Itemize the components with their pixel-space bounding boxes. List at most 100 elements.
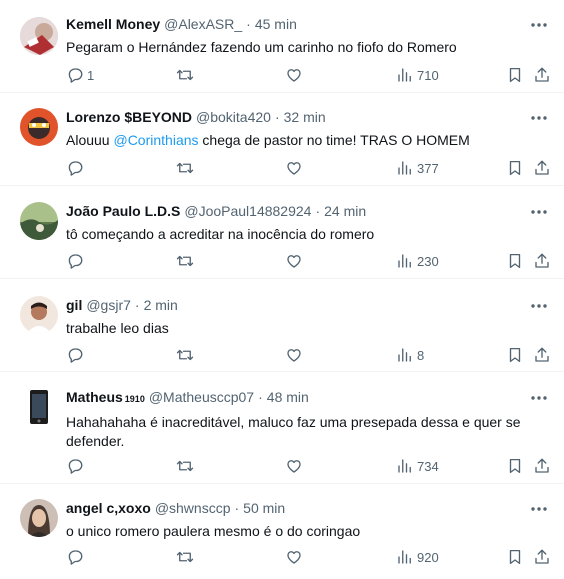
timestamp[interactable]: 50 min [243,499,285,517]
user-handle[interactable]: @gsjr7 [86,296,131,314]
timestamp[interactable]: 45 min [255,15,297,33]
retweet-button[interactable] [176,158,194,178]
user-handle[interactable]: @Matheusccp07 [149,388,254,406]
views-button[interactable]: 8 [396,345,424,365]
tweet[interactable]: gil @gsjr7 · 2 min trabalhe leo dias 8 [0,279,564,372]
reply-button[interactable] [66,345,87,365]
views-count: 710 [417,67,439,83]
name-superscript: 1910 [124,394,145,404]
display-name[interactable]: João Paulo L.D.S [66,202,180,220]
views-button[interactable]: 230 [396,251,439,271]
display-name[interactable]: Matheus [66,388,123,406]
bookmark-icon [509,458,521,474]
user-handle[interactable]: @JooPaul14882924 [184,202,311,220]
more-icon[interactable] [528,390,550,406]
retweet-button[interactable] [176,456,194,476]
like-icon [287,255,301,268]
like-button[interactable] [285,251,303,271]
retweet-button[interactable] [176,345,194,365]
more-icon[interactable] [528,204,550,220]
bookmark-button[interactable] [506,158,524,178]
more-icon[interactable] [528,110,550,126]
bookmark-button[interactable] [506,547,524,567]
tweet-text: tô começando a acreditar na inocência do… [66,226,375,242]
retweet-icon [176,255,194,267]
more-icon[interactable] [528,17,550,33]
avatar[interactable] [20,388,58,426]
display-name[interactable]: angel c,xoxo [66,499,151,517]
tweet-text: Hahahahaha é inacreditável, maluco faz u… [66,414,521,449]
retweet-button[interactable] [176,65,194,85]
views-button[interactable]: 734 [396,456,439,476]
like-icon [287,69,301,82]
share-button[interactable] [533,65,551,85]
tweet[interactable]: Kemell Money @AlexASR_ · 45 min Pegaram … [0,0,564,93]
bookmark-button[interactable] [506,251,524,271]
tweet-text: Alouuu @Corinthians chega de pastor no t… [66,131,550,150]
like-button[interactable] [285,158,303,178]
avatar[interactable] [20,499,58,537]
timestamp[interactable]: 48 min [267,388,309,406]
display-name[interactable]: Kemell Money [66,15,160,33]
display-name[interactable]: Lorenzo $BEYOND [66,108,192,126]
mention-link[interactable]: @Corinthians [113,132,198,148]
share-icon [535,549,549,564]
views-count: 920 [417,549,439,565]
reply-icon [68,348,83,363]
share-button[interactable] [533,251,551,271]
bookmark-button[interactable] [506,345,524,365]
reply-icon [68,459,83,474]
views-button[interactable]: 920 [396,547,439,567]
display-name[interactable]: gil [66,296,82,314]
tweet[interactable]: João Paulo L.D.S @JooPaul14882924 · 24 m… [0,186,564,279]
more-icon[interactable] [528,298,550,314]
tweet-actions: 734 [0,456,564,476]
user-handle[interactable]: @bokita420 [196,108,271,126]
reply-button[interactable] [66,547,87,567]
like-button[interactable] [285,345,303,365]
tweet[interactable]: Matheus 1910 @Matheusccp07 · 48 min Haha… [0,372,564,484]
timestamp[interactable]: 32 min [284,108,326,126]
separator-dot: · [274,109,280,125]
bookmark-button[interactable] [506,65,524,85]
like-button[interactable] [285,456,303,476]
tweet-actions: 8 [0,345,564,365]
reply-button[interactable] [66,456,87,476]
share-button[interactable] [533,158,551,178]
avatar[interactable] [20,17,58,55]
timestamp[interactable]: 24 min [324,202,366,220]
avatar[interactable] [20,108,58,146]
tweet-text-part: chega de pastor no time! TRAS O HOMEM [198,132,470,148]
views-count: 377 [417,160,439,176]
reply-button[interactable]: 1 [66,65,94,85]
more-icon[interactable] [528,501,550,517]
tweet-actions: 377 [0,158,564,178]
reply-button[interactable] [66,251,87,271]
avatar[interactable] [20,296,58,334]
share-icon [535,160,549,175]
views-button[interactable]: 710 [396,65,439,85]
like-button[interactable] [285,547,303,567]
retweet-button[interactable] [176,547,194,567]
views-count: 734 [417,458,439,474]
views-button[interactable]: 377 [396,158,439,178]
tweet[interactable]: Lorenzo $BEYOND @bokita420 · 32 min Alou… [0,93,564,186]
reply-button[interactable] [66,158,87,178]
bookmark-button[interactable] [506,456,524,476]
avatar[interactable] [20,202,58,240]
views-count: 230 [417,253,439,269]
timestamp[interactable]: 2 min [144,296,178,314]
reply-icon [68,550,83,565]
tweet[interactable]: angel c,xoxo @shwnsccp · 50 min o unico … [0,484,564,579]
share-button[interactable] [533,345,551,365]
like-icon [287,162,301,175]
retweet-button[interactable] [176,251,194,271]
share-icon [535,253,549,268]
share-button[interactable] [533,547,551,567]
reply-icon [68,254,83,269]
share-icon [535,67,549,82]
user-handle[interactable]: @shwnsccp [155,499,231,517]
like-button[interactable] [285,65,303,85]
user-handle[interactable]: @AlexASR_ [164,15,242,33]
share-button[interactable] [533,456,551,476]
